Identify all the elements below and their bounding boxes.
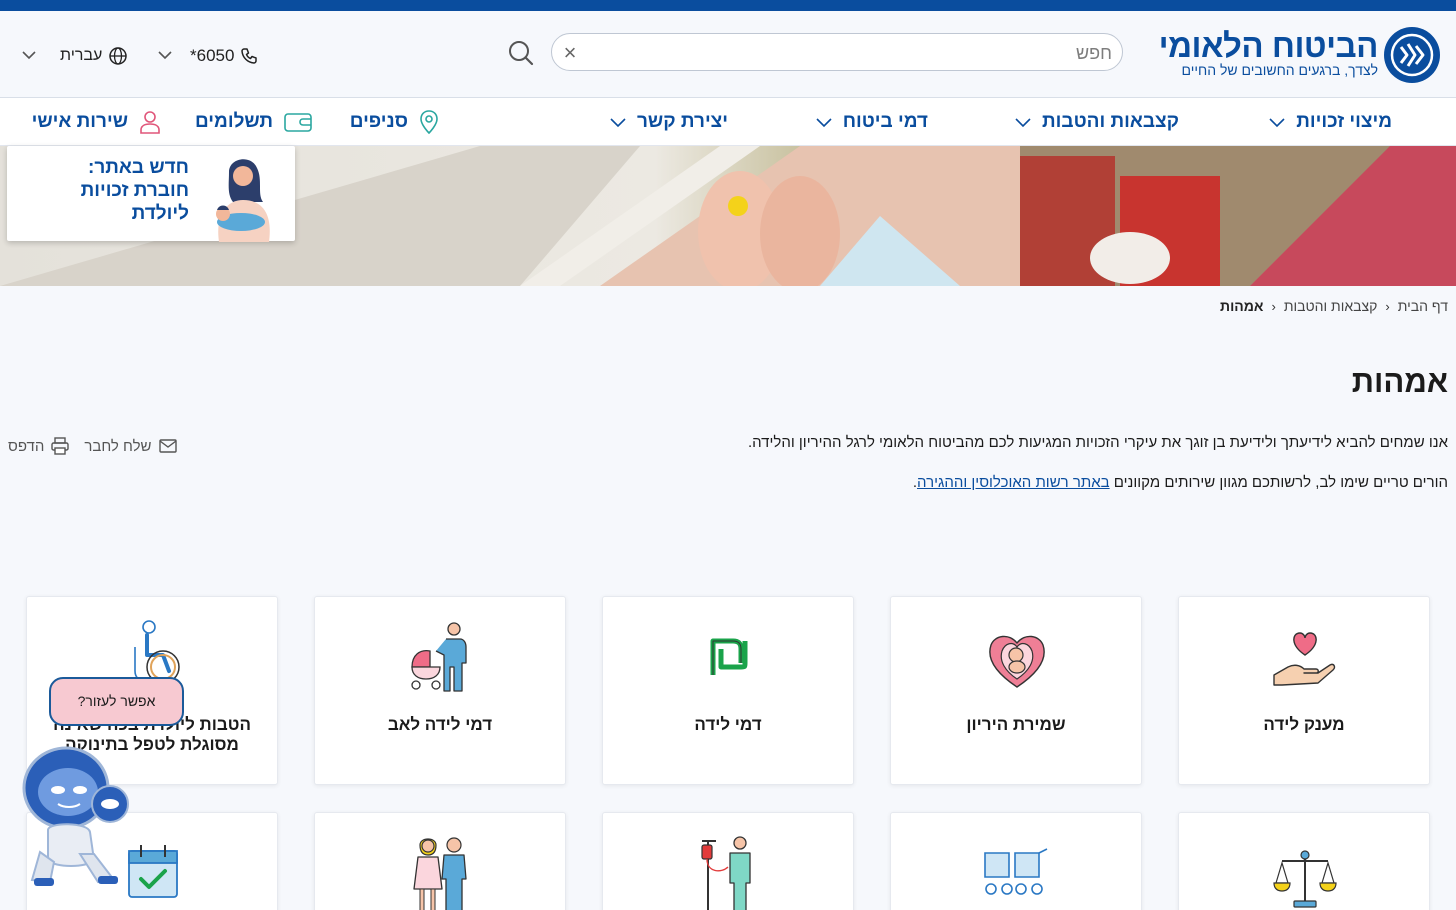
promo-line-3: ליולדת	[131, 203, 189, 224]
heart-hand-icon	[1273, 632, 1336, 686]
nav-payments[interactable]: תשלומים	[195, 110, 313, 134]
mother-baby-illustration-icon	[216, 159, 270, 242]
language-dropdown-chevron-icon[interactable]	[20, 45, 38, 65]
card-label: שמירת היריון	[966, 715, 1066, 734]
nav-item-label: דמי ביטוח	[842, 111, 928, 132]
print-button[interactable]: הדפס	[8, 437, 70, 455]
mail-icon	[158, 439, 177, 453]
print-label: הדפס	[8, 437, 45, 455]
page-title: אמהות	[1351, 364, 1448, 399]
card-row2-3[interactable]	[602, 812, 854, 910]
search-box: ×	[551, 33, 1123, 71]
globe-icon	[109, 47, 128, 65]
search-button[interactable]	[506, 38, 536, 68]
chevron-left-icon: ‹	[1271, 298, 1276, 314]
help-chat-bubble[interactable]: אפשר לעזור?	[49, 677, 184, 726]
nav-item-label: סניפים	[349, 111, 408, 132]
language-menu[interactable]: עברית	[60, 45, 128, 67]
chevron-down-icon	[1015, 118, 1031, 128]
breadcrumb-section[interactable]: קצבאות והטבות	[1284, 298, 1378, 314]
wallet-icon	[284, 113, 312, 132]
breadcrumb: דף הבית ‹ קצבאות והטבות ‹ אמהות	[1220, 298, 1448, 314]
card-label: דמי לידה לאב	[387, 715, 493, 734]
breadcrumb-home[interactable]: דף הבית	[1398, 298, 1448, 314]
intro-text-2: הורים טריים שימו לב, לרשותכם מגוון שירות…	[448, 474, 1448, 491]
phone-dropdown-chevron-icon[interactable]	[156, 45, 174, 65]
user-icon	[140, 111, 160, 134]
nav-rights[interactable]: מיצוי זכויות	[1268, 110, 1392, 134]
search-icon	[509, 41, 534, 66]
nav-contact[interactable]: יצירת קשר	[609, 110, 728, 134]
chevron-down-icon	[1269, 118, 1285, 128]
nav-item-label: תשלומים	[195, 111, 273, 132]
promo-line-2: חוברת זכויות	[80, 180, 189, 201]
nav-item-label: מיצוי זכויות	[1296, 111, 1392, 132]
search-input[interactable]	[612, 40, 1112, 66]
phone-icon	[241, 48, 258, 64]
chevron-down-icon	[816, 118, 832, 128]
nav-benefits[interactable]: קצבאות והטבות	[1014, 110, 1179, 134]
card-row2-1[interactable]	[1178, 812, 1430, 910]
intro-text: אנו שמחים להביא לידיעתך ולידיעת בן זוגך …	[747, 434, 1448, 451]
top-accent-bar	[0, 0, 1456, 11]
couple-icon	[413, 837, 467, 910]
nav-item-label: קצבאות והטבות	[1042, 111, 1179, 132]
promo-line-1: חדש באתר:	[88, 157, 189, 178]
page-tools: הדפס שלח לחבר	[8, 437, 178, 455]
card-paternity-allowance[interactable]: דמי לידה לאב	[314, 596, 566, 785]
chatbot-robot-icon[interactable]	[18, 742, 136, 888]
phone-menu[interactable]: *6050	[190, 45, 258, 67]
nav-item-label: יצירת קשר	[636, 111, 728, 132]
intro-2-prefix: הורים טריים שימו לב, לרשותכם מגוון שירות…	[1109, 474, 1448, 491]
chevron-left-icon: ‹	[1385, 298, 1390, 314]
send-to-friend-label: שלח לחבר	[84, 437, 152, 455]
site-header: הביטוח הלאומי לצדך, ברגעים החשובים של הח…	[0, 11, 1456, 98]
language-label: עברית	[60, 47, 103, 64]
nav-insurance-fees[interactable]: דמי ביטוח	[815, 110, 928, 134]
card-row2-2[interactable]	[890, 812, 1142, 910]
send-to-friend-button[interactable]: שלח לחבר	[84, 437, 177, 455]
card-label: מענק לידה	[1263, 715, 1345, 734]
scales-icon	[1273, 850, 1337, 908]
population-authority-link[interactable]: באתר רשות האוכלוסין וההגירה	[917, 474, 1110, 491]
nav-branches[interactable]: סניפים	[349, 110, 440, 135]
breadcrumb-current: אמהות	[1220, 298, 1264, 314]
card-label: דמי לידה	[694, 715, 762, 734]
nav-item-label: שירות אישי	[31, 111, 128, 132]
shekel-icon	[709, 637, 749, 677]
printer-icon	[51, 437, 70, 455]
promo-card-maternity-booklet[interactable]: חדש באתר: חוברת זכויות ליולדת	[7, 146, 295, 242]
card-birth-grant[interactable]: מענק לידה	[1178, 596, 1430, 785]
father-stroller-icon	[411, 622, 467, 692]
nav-personal-service[interactable]: שירות אישי	[32, 110, 162, 134]
pregnancy-heart-icon	[989, 635, 1045, 688]
twin-strollers-icon	[984, 848, 1048, 895]
chevron-down-icon	[610, 118, 626, 128]
site-logo[interactable]: הביטוח הלאומי לצדך, ברגעים החשובים של הח…	[1159, 25, 1440, 85]
logo-emblem-icon	[1384, 27, 1440, 83]
logo-tagline: לצדך, ברגעים החשובים של החיים	[1181, 62, 1379, 78]
phone-number: *6050	[190, 46, 235, 65]
card-pregnancy-preservation[interactable]: שמירת היריון	[890, 596, 1142, 785]
map-pin-icon	[420, 110, 438, 135]
card-row2-4[interactable]	[314, 812, 566, 910]
logo-name: הביטוח הלאומי	[1158, 27, 1379, 64]
clear-search-icon[interactable]: ×	[560, 41, 580, 65]
main-nav: מיצוי זכויות קצבאות והטבות דמי ביטוח יצי…	[0, 98, 1456, 146]
hospital-iv-icon	[701, 836, 751, 910]
card-maternity-allowance[interactable]: דמי לידה	[602, 596, 854, 785]
